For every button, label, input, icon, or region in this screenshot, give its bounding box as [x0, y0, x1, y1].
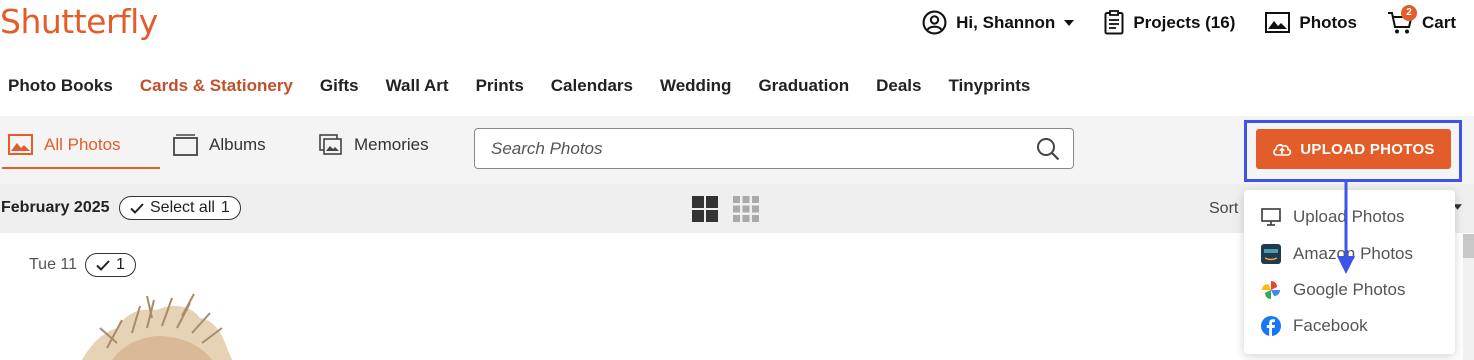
projects-label: Projects (16) [1133, 12, 1236, 32]
cart-link[interactable]: 2 Cart [1387, 4, 1456, 35]
scrollbar-thumb[interactable] [1463, 234, 1474, 258]
main-nav: Photo Books Cards & Stationery Gifts Wal… [8, 76, 1030, 96]
upload-menu-item-amazon-photos[interactable]: Amazon Photos [1261, 244, 1413, 264]
greeting-label: Hi, Shannon [956, 12, 1056, 32]
photo-image [82, 293, 232, 360]
upload-photos-label: UPLOAD PHOTOS [1300, 140, 1435, 158]
select-day-button[interactable]: 1 [85, 253, 136, 277]
projects-link[interactable]: Projects (16) [1104, 10, 1235, 35]
upload-menu-label-upload-photos: Upload Photos [1293, 207, 1405, 226]
select-all-count: 1 [220, 199, 230, 216]
nav-item-tinyprints[interactable]: Tinyprints [948, 76, 1030, 96]
monitor-icon [1261, 208, 1281, 226]
month-label: February 2025 [1, 199, 110, 216]
upload-menu-label-amazon-photos: Amazon Photos [1293, 244, 1414, 263]
search-input[interactable] [491, 129, 1031, 168]
image-icon [8, 134, 33, 155]
upload-menu-label-google-photos: Google Photos [1293, 280, 1406, 299]
facebook-icon [1261, 316, 1281, 336]
nav-item-photo-books[interactable]: Photo Books [8, 76, 113, 96]
cart-count-badge: 2 [1400, 4, 1417, 21]
tab-memories-label: Memories [354, 135, 429, 154]
upload-menu: Upload Photos Amazon Photos Google Photo… [1244, 190, 1455, 354]
clipboard-icon [1104, 10, 1124, 35]
nav-item-prints[interactable]: Prints [476, 76, 524, 96]
cart-label: Cart [1421, 12, 1456, 32]
upload-menu-item-google-photos[interactable]: Google Photos [1261, 280, 1405, 300]
photo-thumbnail[interactable] [22, 288, 294, 360]
nav-item-graduation[interactable]: Graduation [758, 76, 849, 96]
shutterfly-logo[interactable]: Shutterfly [0, 2, 158, 41]
select-all-button[interactable]: Select all 1 [119, 196, 241, 220]
select-day-count: 1 [116, 256, 125, 273]
select-all-label: Select all [150, 199, 215, 216]
search-icon[interactable] [1036, 137, 1060, 161]
account-menu[interactable]: Hi, Shannon [922, 10, 1075, 35]
photos-link[interactable]: Photos [1265, 12, 1357, 33]
nav-item-wall-art[interactable]: Wall Art [386, 76, 449, 96]
tab-all-photos-label: All Photos [44, 134, 121, 154]
nav-item-gifts[interactable]: Gifts [320, 76, 359, 96]
active-tab-indicator [2, 167, 160, 169]
upload-menu-item-upload-photos[interactable]: Upload Photos [1261, 207, 1405, 227]
nav-item-deals[interactable]: Deals [876, 76, 921, 96]
upload-menu-item-facebook[interactable]: Facebook [1261, 316, 1368, 336]
tab-albums[interactable]: Albums [173, 134, 266, 156]
cloud-upload-icon [1273, 144, 1292, 156]
tab-albums-label: Albums [209, 135, 266, 154]
amazon-photos-icon [1261, 244, 1281, 264]
album-icon [173, 134, 198, 156]
photos-label: Photos [1299, 12, 1357, 32]
memories-icon [319, 134, 342, 155]
tab-memories[interactable]: Memories [319, 134, 429, 156]
search-box [474, 128, 1074, 169]
caret-down-icon [1064, 19, 1075, 26]
header-actions: Hi, Shannon Projects (16) Photos 2 Cart [922, 4, 1456, 35]
check-icon [96, 259, 110, 271]
day-label: Tue 11 [29, 256, 78, 273]
upload-photos-button[interactable]: UPLOAD PHOTOS [1256, 129, 1451, 169]
sort-label[interactable]: Sort [1209, 200, 1238, 218]
google-photos-icon [1262, 281, 1280, 299]
photo-icon [1265, 12, 1291, 33]
upload-menu-label-facebook: Facebook [1293, 316, 1368, 335]
small-grid-view-icon[interactable] [733, 196, 759, 222]
photos-toolbar: All Photos Albums Memories UPLOAD PHOTOS [0, 116, 1474, 184]
nav-item-calendars[interactable]: Calendars [551, 76, 633, 96]
user-icon [922, 10, 947, 35]
check-icon [130, 202, 144, 214]
nav-item-wedding[interactable]: Wedding [660, 76, 731, 96]
large-grid-view-icon[interactable] [692, 196, 718, 222]
tab-all-photos[interactable]: All Photos [8, 134, 121, 155]
nav-item-cards-stationery[interactable]: Cards & Stationery [140, 76, 293, 96]
